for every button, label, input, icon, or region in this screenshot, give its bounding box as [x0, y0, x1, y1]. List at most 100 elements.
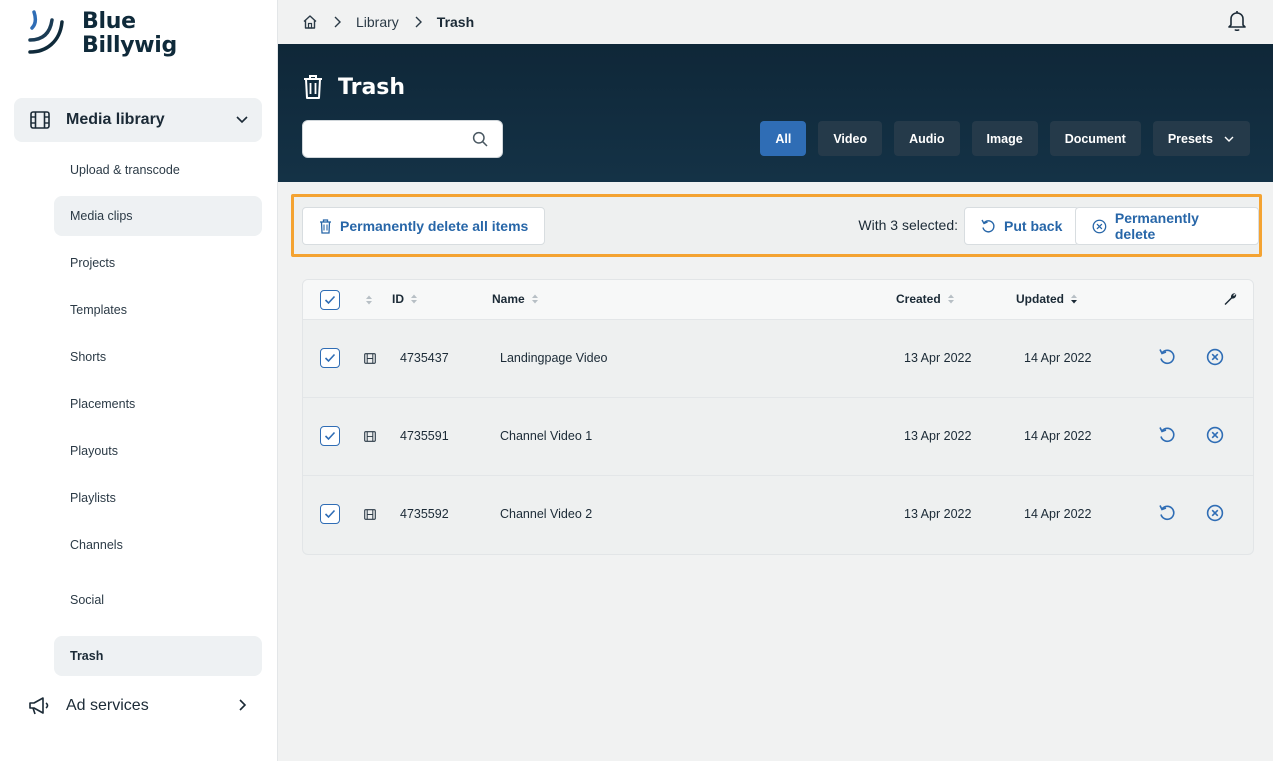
permanently-delete-all-label: Permanently delete all items	[340, 218, 529, 234]
page-title: Trash	[302, 74, 405, 100]
close-circle-icon[interactable]	[1206, 348, 1224, 366]
close-circle-icon[interactable]	[1206, 504, 1224, 522]
column-updated[interactable]: Updated	[1016, 292, 1078, 306]
sidebar-item-trash[interactable]: Trash	[54, 636, 262, 676]
permanently-delete-button[interactable]: Permanently delete	[1075, 207, 1259, 245]
filter-image-button[interactable]: Image	[971, 121, 1038, 156]
sidebar-item-social[interactable]: Social	[54, 580, 262, 620]
column-id[interactable]: ID	[392, 292, 418, 306]
sidebar-item-upload-transcode[interactable]: Upload & transcode	[54, 150, 262, 190]
sidebar-item-projects[interactable]: Projects	[54, 243, 262, 283]
media-type-filters: All Video Audio Image Document Presets	[760, 121, 1250, 156]
logo-mark-icon	[28, 10, 64, 54]
page-header: Trash All Video Audio Image Document Pre…	[278, 44, 1273, 182]
undo-icon[interactable]	[1158, 426, 1176, 444]
undo-icon[interactable]	[1158, 348, 1176, 366]
sidebar-section-media-library[interactable]: Media library	[14, 98, 262, 142]
chevron-down-icon	[1224, 136, 1234, 142]
put-back-label: Put back	[1004, 218, 1063, 234]
trash-icon	[304, 75, 322, 99]
row-updated: 14 Apr 2022	[1024, 507, 1092, 521]
home-icon[interactable]	[302, 14, 318, 30]
row-id: 4735591	[400, 429, 449, 443]
chevron-right-icon	[239, 699, 247, 711]
ad-services-label: Ad services	[66, 697, 149, 714]
sidebar-item-playlists[interactable]: Playlists	[54, 478, 262, 518]
filter-video-button[interactable]: Video	[818, 121, 883, 156]
table-row[interactable]: 4735592 Channel Video 2 13 Apr 2022 14 A…	[303, 476, 1253, 554]
sidebar-item-media-clips[interactable]: Media clips	[54, 196, 262, 236]
column-created-label: Created	[896, 292, 941, 306]
column-id-label: ID	[392, 292, 404, 306]
close-circle-icon	[1092, 219, 1107, 233]
row-created: 13 Apr 2022	[904, 351, 972, 365]
wrench-icon[interactable]	[1223, 292, 1237, 306]
bulk-action-bar: Permanently delete all items With 3 sele…	[291, 194, 1262, 257]
sort-icon	[947, 294, 954, 304]
check-icon	[324, 431, 336, 441]
presets-dropdown[interactable]: Presets	[1152, 121, 1250, 156]
filter-document-button[interactable]: Document	[1049, 121, 1141, 156]
chevron-right-icon	[413, 16, 423, 28]
row-updated: 14 Apr 2022	[1024, 351, 1092, 365]
row-checkbox[interactable]	[320, 426, 340, 446]
filter-audio-button[interactable]: Audio	[894, 121, 960, 156]
row-checkbox[interactable]	[320, 504, 340, 524]
column-created[interactable]: Created	[896, 292, 955, 306]
table-row[interactable]: 4735437 Landingpage Video 13 Apr 2022 14…	[303, 320, 1253, 398]
film-icon	[30, 111, 50, 129]
check-icon	[324, 295, 336, 305]
put-back-button[interactable]: Put back	[964, 207, 1080, 245]
row-created: 13 Apr 2022	[904, 429, 972, 443]
trash-icon	[320, 218, 331, 234]
selection-count-text: With 3 selected:	[858, 217, 958, 233]
brand-logo[interactable]: Blue Billywig	[28, 10, 177, 58]
sidebar-item-placements[interactable]: Placements	[54, 384, 262, 424]
column-updated-label: Updated	[1016, 292, 1064, 306]
permanently-delete-all-button[interactable]: Permanently delete all items	[302, 207, 546, 245]
check-icon	[324, 509, 336, 519]
sidebar-section-ad-services[interactable]: Ad services	[28, 688, 262, 724]
filter-all-button[interactable]: All	[760, 121, 807, 156]
row-id: 4735592	[400, 507, 449, 521]
sidebar-item-playouts[interactable]: Playouts	[54, 431, 262, 471]
sidebar: Blue Billywig Media library Upload & tra…	[0, 0, 278, 761]
permanently-delete-label: Permanently delete	[1114, 210, 1199, 242]
video-type-icon	[364, 431, 376, 442]
sort-icon	[411, 294, 417, 304]
brand-name: Blue Billywig	[82, 10, 177, 58]
breadcrumb-library[interactable]: Library	[356, 14, 399, 30]
row-id: 4735437	[400, 351, 449, 365]
breadcrumb-trash: Trash	[436, 14, 475, 30]
sidebar-item-channels[interactable]: Channels	[54, 525, 262, 565]
sidebar-item-shorts[interactable]: Shorts	[54, 337, 262, 377]
row-checkbox[interactable]	[320, 348, 340, 368]
breadcrumb: Library Trash	[278, 0, 1273, 44]
check-icon	[324, 353, 336, 363]
undo-icon[interactable]	[1158, 504, 1176, 522]
bell-icon[interactable]	[1227, 10, 1247, 32]
column-name-label: Name	[492, 292, 525, 306]
close-circle-icon[interactable]	[1206, 426, 1224, 444]
table-row[interactable]: 4735591 Channel Video 1 13 Apr 2022 14 A…	[303, 398, 1253, 476]
row-created: 13 Apr 2022	[904, 507, 972, 521]
video-type-icon	[364, 353, 376, 364]
brand-line1: Blue	[82, 9, 136, 34]
video-type-icon	[364, 509, 376, 520]
select-all-checkbox[interactable]	[320, 290, 340, 310]
sort-icon	[531, 294, 538, 304]
column-name[interactable]: Name	[492, 292, 539, 306]
row-updated: 14 Apr 2022	[1024, 429, 1092, 443]
brand-line2: Billywig	[82, 33, 177, 58]
page-title-text: Trash	[338, 74, 406, 100]
megaphone-icon	[29, 697, 49, 715]
search-input[interactable]	[302, 120, 503, 158]
table-header: ID Name Created Updated	[303, 280, 1253, 320]
row-name[interactable]: Channel Video 2	[500, 507, 592, 521]
sort-icon[interactable]	[365, 294, 373, 306]
search-icon	[472, 131, 488, 147]
sidebar-item-templates[interactable]: Templates	[54, 290, 262, 330]
undo-icon	[981, 219, 995, 233]
row-name[interactable]: Landingpage Video	[500, 351, 608, 365]
row-name[interactable]: Channel Video 1	[500, 429, 592, 443]
